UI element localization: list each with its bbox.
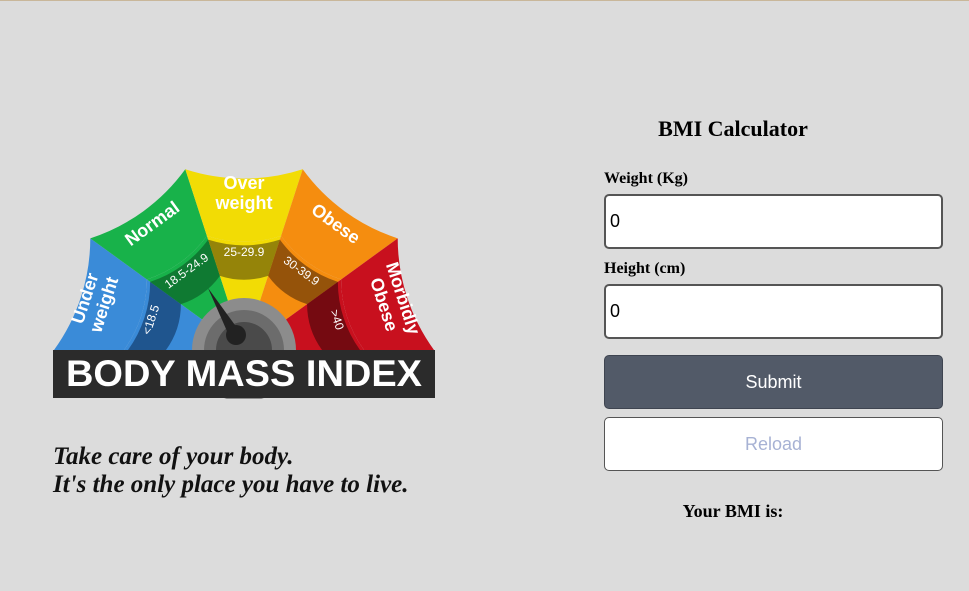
gauge-category-label: weight: [215, 193, 273, 213]
height-label: Height (cm): [604, 260, 686, 277]
bmi-result-label: Your BMI is:: [682, 501, 784, 521]
gauge-banner-text: BODY MASS INDEX: [66, 353, 422, 394]
weight-label: Weight (Kg): [604, 170, 688, 187]
submit-button[interactable]: Submit: [604, 355, 943, 409]
bmi-calculator-form: BMI Calculator Weight (Kg) Height (cm) S…: [604, 113, 943, 522]
tagline-line-2: It's the only place you have to live.: [53, 471, 409, 498]
bmi-gauge-graphic: Underweight <18.5Normal18.5-24.9Overweigh…: [53, 169, 435, 399]
gauge-range-label: 25-29.9: [224, 245, 265, 259]
tagline-line-1: Take care of your body.: [53, 443, 294, 470]
reload-button[interactable]: Reload: [604, 417, 943, 471]
calculator-title: BMI Calculator: [658, 116, 808, 141]
bmi-gauge-image: Under weight <18.5 Normal 18.5-24.9 Over weigh…: [53, 139, 435, 399]
gauge-category-label: Over: [223, 173, 264, 193]
tagline: Take care of your body. It's the only pl…: [53, 443, 409, 499]
height-input[interactable]: [604, 284, 943, 339]
weight-input[interactable]: [604, 194, 943, 249]
gauge-needle-hub: [226, 325, 246, 345]
